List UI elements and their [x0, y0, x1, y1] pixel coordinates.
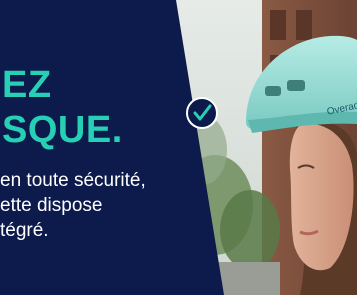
headline-line-1: EZ [2, 64, 52, 106]
check-circle-icon [186, 97, 218, 129]
body-text-line-1: en toute sécurité, [0, 170, 146, 191]
headline-line-2: SQUE. [2, 109, 123, 151]
body-text-line-2: ette dispose [0, 195, 103, 216]
body-text-line-3: tégré. [0, 220, 49, 241]
ad-banner[interactable]: Overad EZ SQUE. en toute sécurité, ette … [0, 0, 357, 295]
